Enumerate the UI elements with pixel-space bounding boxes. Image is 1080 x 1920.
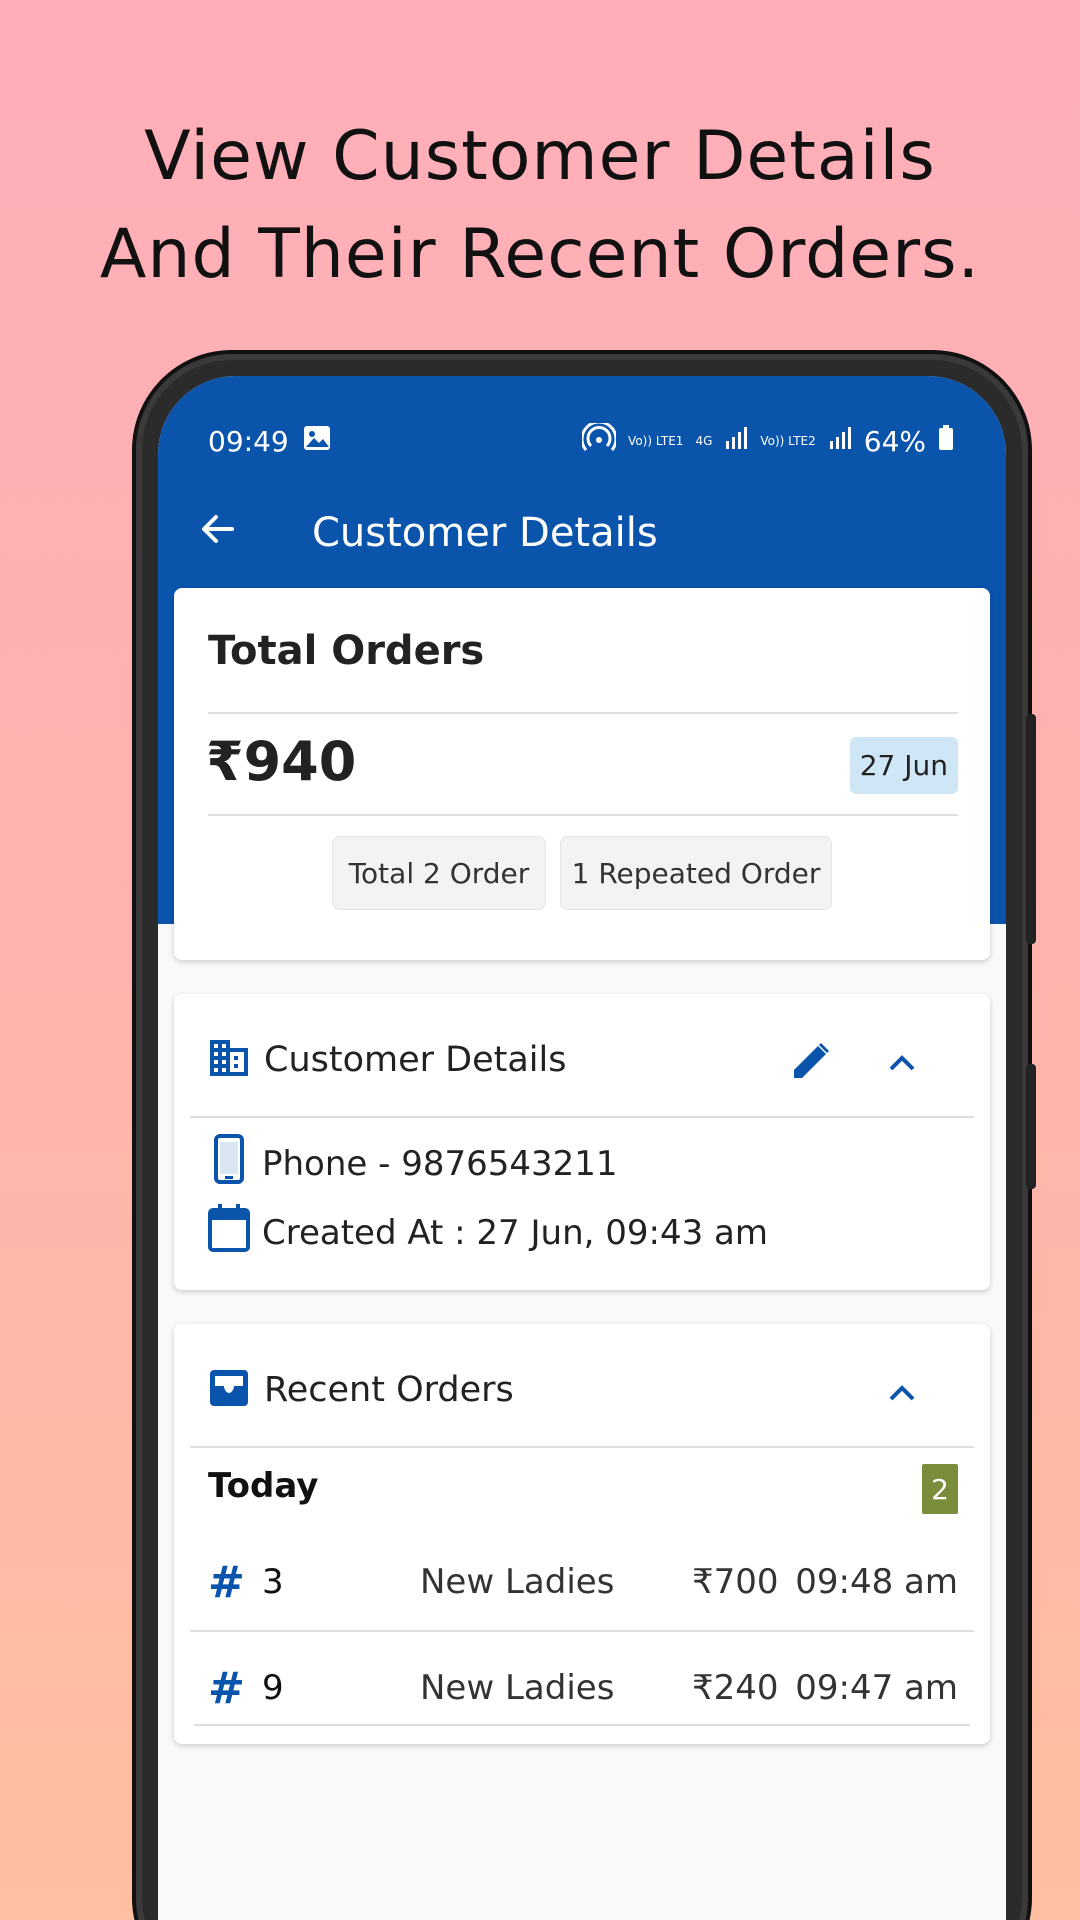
back-arrow-icon[interactable]: [200, 511, 240, 555]
edit-pencil-icon[interactable]: [790, 1040, 832, 1086]
battery-icon: [938, 424, 954, 458]
divider: [190, 1630, 974, 1632]
divider: [208, 814, 958, 816]
inbox-tray-icon: [208, 1368, 250, 1412]
signal-icon-2: [828, 425, 852, 458]
total-orders-chip[interactable]: Total 2 Order: [332, 836, 546, 910]
toolbar: Customer Details: [158, 476, 1006, 590]
order-number: 9: [262, 1668, 284, 1708]
repeated-orders-chip[interactable]: 1 Repeated Order: [560, 836, 832, 910]
headline-line-1: View Customer Details: [144, 117, 936, 196]
order-category: New Ladies: [420, 1562, 615, 1602]
promo-headline: View Customer Details And Their Recent O…: [0, 108, 1080, 304]
customer-details-card: Customer Details Phone - 9876543211 Crea…: [174, 994, 990, 1290]
divider: [190, 1446, 974, 1448]
chevron-up-icon[interactable]: [888, 1384, 916, 1406]
status-time: 09:49: [208, 424, 289, 458]
headline-line-2: And Their Recent Orders.: [99, 215, 981, 294]
hash-icon: #: [208, 1556, 245, 1608]
phone-frame: 09:49 Vo)) LTE1 4G Vo)) LTE2 64% Custome…: [136, 354, 1036, 1920]
customer-details-heading: Customer Details: [264, 1040, 567, 1080]
phone-volume-button: [1026, 714, 1036, 944]
order-number: 3: [262, 1562, 284, 1602]
created-at-text: Created At : 27 Jun, 09:43 am: [262, 1212, 768, 1253]
building-icon: [208, 1038, 250, 1082]
created-at-row: Created At : 27 Jun, 09:43 am: [208, 1204, 768, 1261]
divider: [190, 1116, 974, 1118]
order-count-badge: 2: [922, 1464, 958, 1514]
order-category: New Ladies: [420, 1668, 615, 1708]
phone-row[interactable]: Phone - 9876543211: [208, 1134, 618, 1193]
order-time: 09:47 am: [795, 1668, 958, 1708]
chevron-up-icon[interactable]: [888, 1054, 916, 1076]
divider: [194, 1724, 970, 1726]
order-row[interactable]: # 3 New Ladies ₹700 09:48 am: [208, 1552, 958, 1612]
hash-icon: #: [208, 1662, 245, 1714]
total-amount: ₹940: [206, 730, 357, 793]
order-time: 09:48 am: [795, 1562, 958, 1602]
gallery-notification-icon: [303, 425, 331, 458]
total-orders-card: Total Orders ₹940 27 Jun Total 2 Order 1…: [174, 588, 990, 960]
recent-orders-header[interactable]: Recent Orders: [208, 1368, 514, 1412]
order-amount: ₹700: [692, 1562, 779, 1602]
mobile-phone-icon: [208, 1134, 250, 1193]
recent-orders-heading: Recent Orders: [264, 1370, 514, 1410]
hotspot-icon: [580, 420, 618, 460]
group-label: Today: [208, 1466, 319, 1506]
calendar-icon: [208, 1204, 250, 1261]
sim1-volte-label: Vo)) LTE1: [628, 434, 684, 448]
page-title: Customer Details: [312, 510, 658, 556]
order-amount: ₹240: [692, 1668, 779, 1708]
battery-percent: 64%: [863, 424, 926, 458]
phone-power-button: [1026, 1064, 1036, 1189]
order-row[interactable]: # 9 New Ladies ₹240 09:47 am: [208, 1658, 958, 1718]
customer-details-header[interactable]: Customer Details: [208, 1038, 566, 1082]
date-badge: 27 Jun: [849, 737, 958, 794]
status-right: Vo)) LTE1 4G Vo)) LTE2 64%: [580, 420, 954, 460]
recent-orders-card: Recent Orders Today 2 # 3 New Ladies ₹70…: [174, 1324, 990, 1744]
network-type-label: 4G: [695, 434, 713, 448]
status-bar: 09:49 Vo)) LTE1 4G Vo)) LTE2 64%: [158, 376, 1006, 476]
phone-text: Phone - 9876543211: [262, 1143, 618, 1184]
total-orders-heading: Total Orders: [208, 628, 485, 674]
signal-icon-1: [724, 425, 748, 458]
divider: [208, 712, 958, 714]
app-screen: 09:49 Vo)) LTE1 4G Vo)) LTE2 64% Custome…: [158, 376, 1006, 1920]
sim2-volte-label: Vo)) LTE2: [760, 434, 816, 448]
